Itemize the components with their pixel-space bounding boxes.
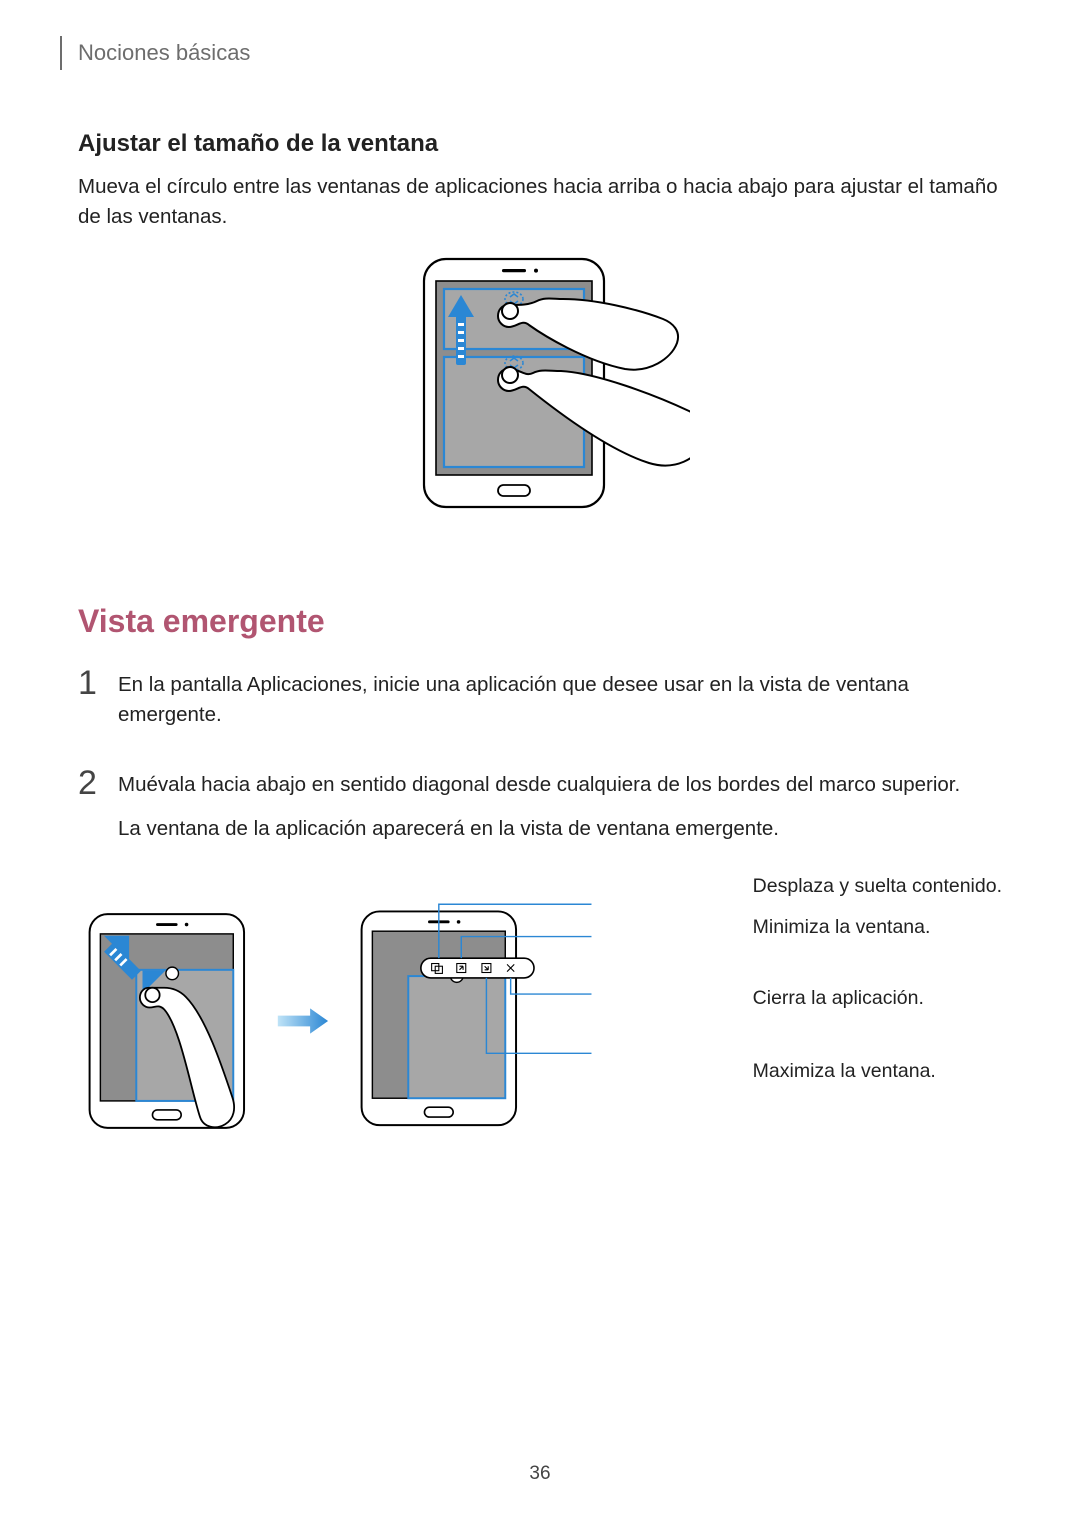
step-1-number: 1 — [78, 666, 100, 743]
callout-minimize: Minimiza la ventana. — [753, 916, 1002, 939]
illustration-adjust-window — [78, 253, 1002, 543]
section-popup-title: Vista emergente — [78, 603, 1002, 640]
arrow-transition-icon — [276, 1001, 330, 1041]
page-number: 36 — [0, 1463, 1080, 1485]
step-1-text: En la pantalla Aplicaciones, inicie una … — [118, 670, 1002, 729]
step-1: 1 En la pantalla Aplicaciones, inicie un… — [78, 666, 1002, 743]
section-adjust-title: Ajustar el tamaño de la ventana — [78, 130, 1002, 158]
step-2-number: 2 — [78, 766, 100, 857]
callout-maximize: Maximiza la ventana. — [753, 1060, 1002, 1083]
illustration-popup-drag — [86, 898, 248, 1144]
callout-drag-content: Desplaza y suelta contenido. — [753, 875, 1002, 898]
callout-labels: Desplaza y suelta contenido. Minimiza la… — [753, 875, 1002, 1083]
popup-toolbar — [420, 958, 533, 978]
step-2-text-2: La ventana de la aplicación aparecerá en… — [118, 814, 960, 844]
step-2: 2 Muévala hacia abajo en sentido diagona… — [78, 766, 1002, 857]
illustration-popup-result — [358, 881, 735, 1161]
section-adjust-body: Mueva el círculo entre las ventanas de a… — [78, 172, 1002, 231]
breadcrumb: Nociones básicas — [60, 36, 1002, 70]
illustration-popup-row: Desplaza y suelta contenido. Minimiza la… — [86, 881, 1002, 1161]
callout-close: Cierra la aplicación. — [753, 987, 1002, 1010]
step-2-text-1: Muévala hacia abajo en sentido diagonal … — [118, 770, 960, 800]
